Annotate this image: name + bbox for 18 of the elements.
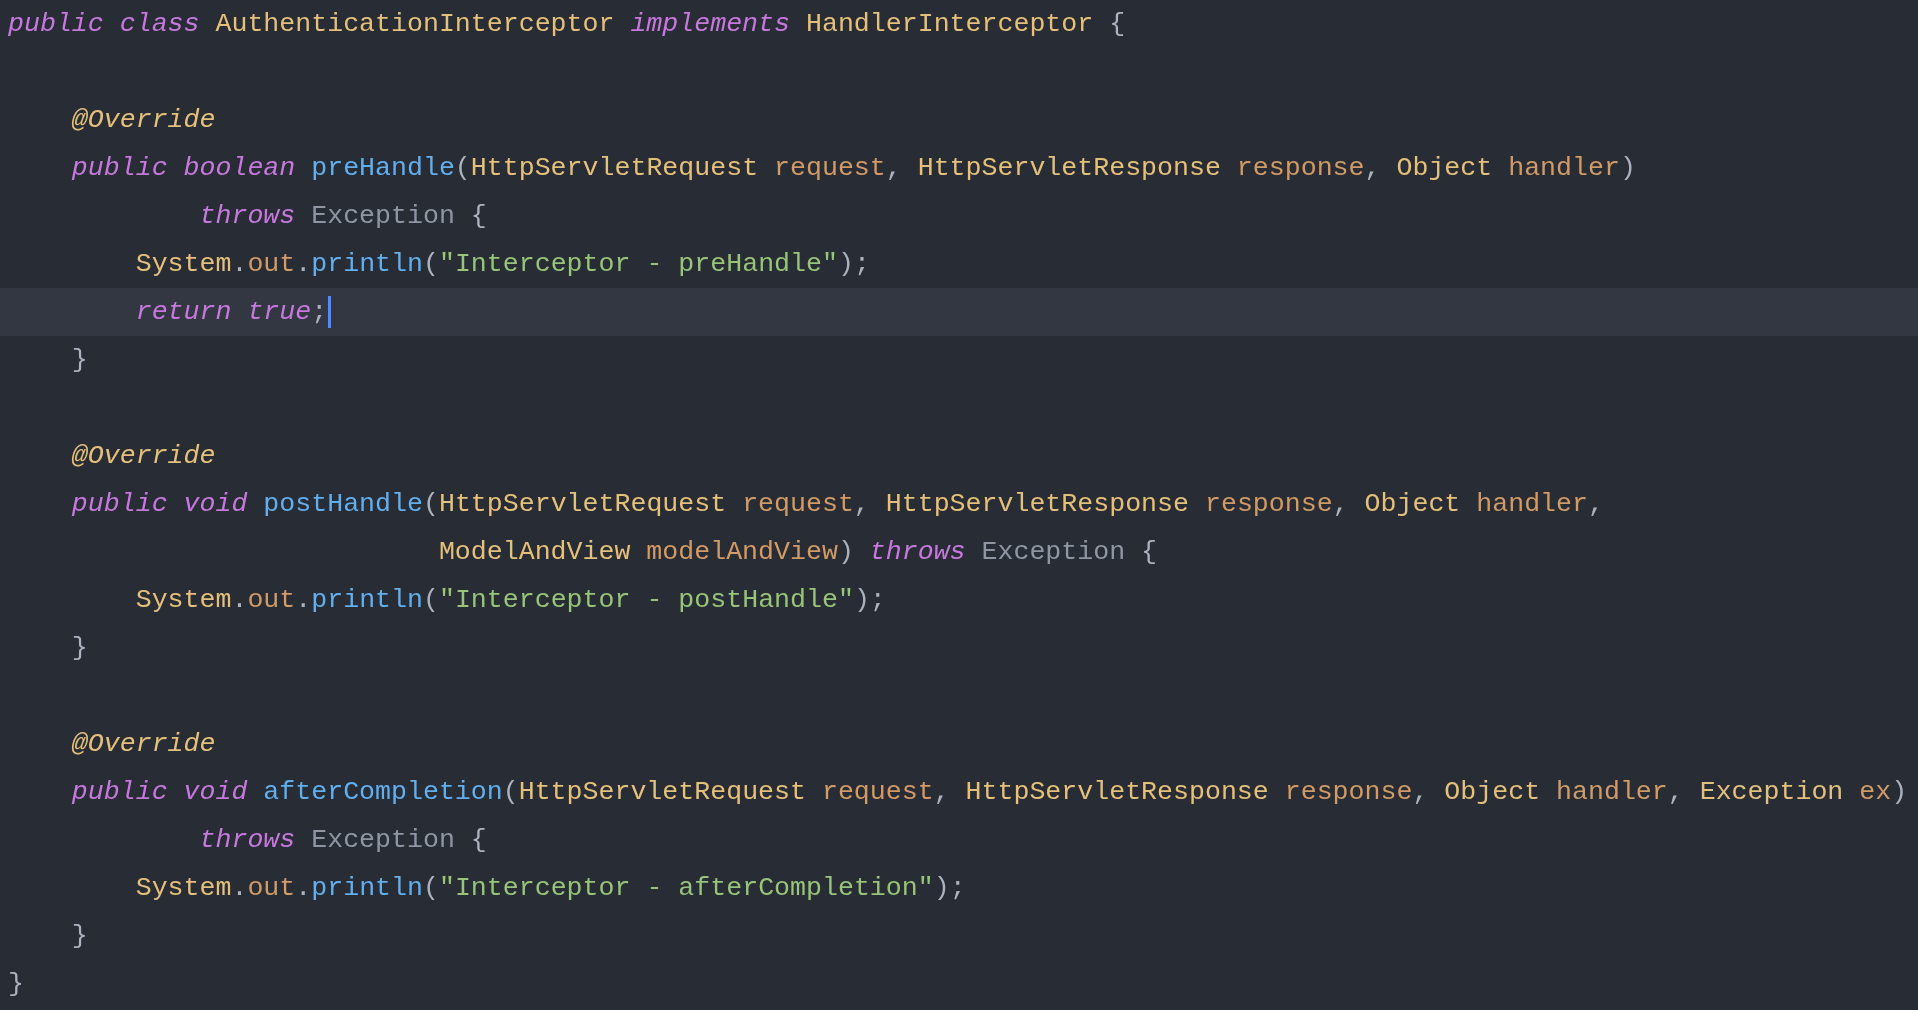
code-line: return true; — [134, 297, 328, 327]
code-line: System.out.println("Interceptor - preHandle"); — [134, 249, 870, 279]
code-line: public boolean preHandle(HttpServletRequest request, HttpServletResponse response, Object handler) — [70, 153, 1636, 183]
code-line: } — [70, 633, 88, 663]
code-line: @Override — [70, 105, 216, 135]
code-line: } — [8, 969, 24, 999]
code-line: System.out.println("Interceptor - afterCompletion"); — [134, 873, 966, 903]
code-line: System.out.println("Interceptor - postHandle"); — [134, 585, 886, 615]
code-line: throws Exception { — [198, 201, 487, 231]
code-line: @Override — [70, 441, 216, 471]
code-line: public void afterCompletion(HttpServletRequest request, HttpServletResponse response, Object handler, Exception ex) — [70, 777, 1908, 807]
code-line: @Override — [70, 729, 216, 759]
code-line: public void postHandle(HttpServletRequest request, HttpServletResponse response, Object handler, — [70, 489, 1604, 519]
code-line: public class AuthenticationInterceptor implements HandlerInterceptor { — [8, 9, 1126, 39]
code-line: } — [70, 921, 88, 951]
code-line: } — [70, 345, 88, 375]
code-line: throws Exception { — [198, 825, 487, 855]
code-line: ModelAndView modelAndView) throws Exception { — [437, 537, 1158, 567]
